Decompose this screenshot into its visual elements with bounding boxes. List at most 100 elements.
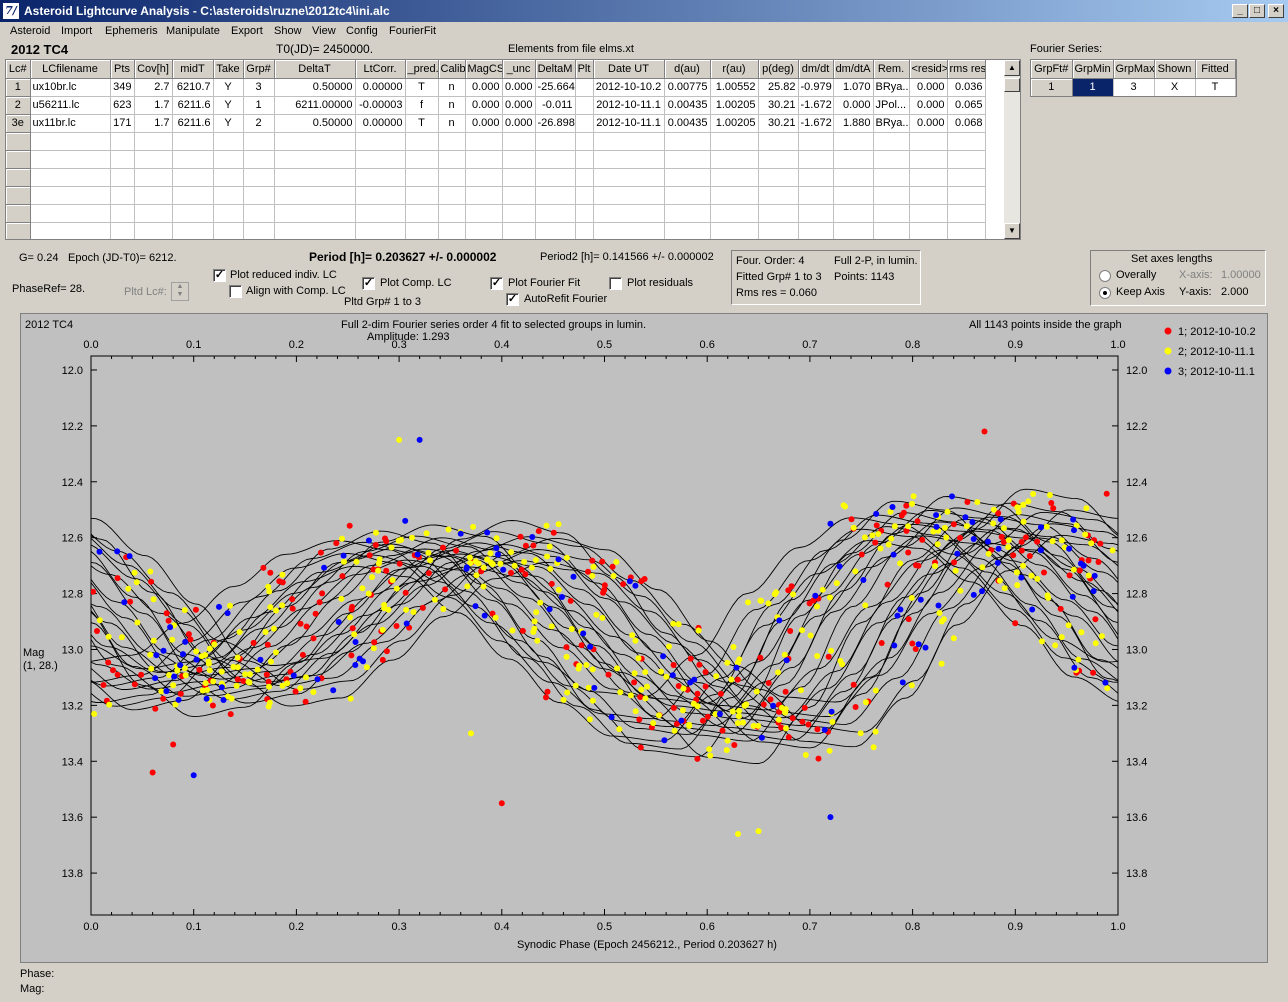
lc-table-cell[interactable] <box>213 204 244 223</box>
lc-table-cell[interactable] <box>172 186 214 205</box>
lc-table-cell[interactable] <box>134 132 173 151</box>
lc-table-cell[interactable] <box>274 168 356 187</box>
lc-table-cell[interactable] <box>593 168 665 187</box>
lc-table-cell[interactable] <box>465 222 503 239</box>
lc-table-cell[interactable]: ux11br.lc <box>30 114 111 133</box>
lc-table-row[interactable]: 2 u56211.lc 623 1.7 6211.6 Y 1 6211.00000 -0.000… <box>6 96 986 115</box>
lc-table-cell[interactable]: 0.068 <box>947 114 986 133</box>
lc-table-cell[interactable]: 0.036 <box>947 78 986 97</box>
lc-table-cell[interactable] <box>6 150 31 169</box>
lc-table-cell[interactable] <box>947 204 986 223</box>
lc-table-cell[interactable] <box>575 114 594 133</box>
lc-table-cell[interactable] <box>6 132 31 151</box>
lc-table-cell[interactable] <box>909 186 948 205</box>
lc-table-cell[interactable] <box>355 168 406 187</box>
fourier-table-cell[interactable]: 1 <box>1072 78 1114 96</box>
lc-table-cell[interactable]: 6211.00000 <box>274 96 356 115</box>
lc-table-cell[interactable] <box>213 132 244 151</box>
lc-table-cell[interactable] <box>947 132 986 151</box>
lc-table-cell[interactable]: n <box>438 114 466 133</box>
lc-table-cell[interactable] <box>710 222 759 239</box>
lc-table-cell[interactable] <box>798 132 834 151</box>
lc-table-cell[interactable] <box>213 186 244 205</box>
lc-table-cell[interactable]: 1.070 <box>833 78 874 97</box>
lc-table-cell[interactable] <box>6 204 31 223</box>
lc-col-header[interactable]: Take <box>213 60 244 79</box>
lc-table-cell[interactable] <box>465 132 503 151</box>
lc-table-cell[interactable] <box>909 132 948 151</box>
close-icon[interactable]: × <box>1268 4 1284 18</box>
menu-import[interactable]: Import <box>61 25 92 37</box>
fourier-series-table[interactable]: GrpFt# GrpMin GrpMax Shown Fitted 1 1 3 X T <box>1030 59 1237 97</box>
lc-table-cell[interactable]: 349 <box>110 78 135 97</box>
lightcurve-plot[interactable]: 0.0 0.0 0.1 0.1 0.2 0.2 0.3 0.3 0.4 0.4 0.5 0.5 0.6 0… <box>20 313 1268 963</box>
lc-table-cell[interactable] <box>355 150 406 169</box>
lc-table-cell[interactable] <box>535 186 576 205</box>
lc-table-cell[interactable] <box>438 150 466 169</box>
lc-table-cell[interactable] <box>664 132 711 151</box>
lc-table-cell[interactable] <box>758 150 799 169</box>
lc-table-cell[interactable]: 623 <box>110 96 135 115</box>
lc-col-header[interactable]: Calib. <box>438 60 466 79</box>
lc-table-cell[interactable]: 3e <box>6 114 31 133</box>
lc-table-cell[interactable] <box>833 186 874 205</box>
autorefit-checkbox[interactable]: ✓ <box>506 293 519 306</box>
lc-table-cell[interactable]: 0.50000 <box>274 114 356 133</box>
lc-table-cell[interactable] <box>664 150 711 169</box>
lc-table-cell[interactable] <box>575 150 594 169</box>
lc-table-cell[interactable]: 2 <box>6 96 31 115</box>
lc-table-cell[interactable] <box>664 186 711 205</box>
lc-table-cell[interactable] <box>502 204 536 223</box>
lc-table-cell[interactable] <box>593 186 665 205</box>
lc-table-cell[interactable] <box>405 150 439 169</box>
lc-table-cell[interactable]: 1.7 <box>134 114 173 133</box>
lc-table-cell[interactable]: f <box>405 96 439 115</box>
lc-table-cell[interactable]: 30.21 <box>758 114 799 133</box>
lc-table-cell[interactable] <box>798 150 834 169</box>
lc-table-cell[interactable]: BRya... <box>873 78 910 97</box>
scroll-thumb[interactable] <box>1004 78 1020 92</box>
lc-table-cell[interactable] <box>172 132 214 151</box>
lc-table-cell[interactable]: 0.00775 <box>664 78 711 97</box>
lc-table-cell[interactable] <box>535 204 576 223</box>
lc-table-cell[interactable] <box>110 132 135 151</box>
lc-table-cell[interactable] <box>502 150 536 169</box>
lc-table-cell[interactable]: 0.065 <box>947 96 986 115</box>
lc-table-cell[interactable]: BRya... <box>873 114 910 133</box>
lc-table-cell[interactable] <box>947 222 986 239</box>
lc-table-cell[interactable] <box>710 132 759 151</box>
lc-table-cell[interactable] <box>833 168 874 187</box>
lc-table-cell[interactable] <box>274 132 356 151</box>
fourier-table-row[interactable]: 113XT <box>1031 78 1236 96</box>
lc-table-cell[interactable]: 0.00000 <box>355 114 406 133</box>
lc-table-cell[interactable]: 6210.7 <box>172 78 214 97</box>
lc-col-header[interactable]: Date UT <box>593 60 665 79</box>
plot-residuals-checkbox[interactable] <box>609 277 622 290</box>
lc-table-cell[interactable] <box>134 204 173 223</box>
lc-table-cell[interactable] <box>710 168 759 187</box>
lc-table-cell[interactable]: 0.000 <box>833 96 874 115</box>
lc-table-cell[interactable] <box>110 150 135 169</box>
lc-table-cell[interactable]: 1.00205 <box>710 114 759 133</box>
lc-table-row[interactable]: 1 ux10br.lc 349 2.7 6210.7 Y 3 0.50000 0.00000 Tn… <box>6 78 986 97</box>
lc-table-cell[interactable]: -0.00003 <box>355 96 406 115</box>
lc-table-cell[interactable] <box>243 150 275 169</box>
lc-table-cell[interactable]: 3 <box>243 78 275 97</box>
lc-table-cell[interactable] <box>909 204 948 223</box>
menu-asteroid[interactable]: Asteroid <box>10 25 50 37</box>
lc-col-header[interactable]: p(deg) <box>758 60 799 79</box>
lc-table-cell[interactable]: 171 <box>110 114 135 133</box>
lc-table-cell[interactable] <box>405 168 439 187</box>
lc-col-header[interactable]: Rem. <box>873 60 910 79</box>
lc-col-header[interactable]: LtCorr. <box>355 60 406 79</box>
lc-table-row[interactable] <box>6 222 986 239</box>
lc-table-cell[interactable] <box>593 150 665 169</box>
lc-table-cell[interactable]: 0.50000 <box>274 78 356 97</box>
lc-col-header[interactable]: rms res <box>947 60 986 79</box>
lc-table-cell[interactable] <box>110 186 135 205</box>
lc-table-cell[interactable]: 0.000 <box>909 78 948 97</box>
lc-table-cell[interactable] <box>172 204 214 223</box>
lc-table-cell[interactable] <box>833 132 874 151</box>
lc-table-cell[interactable] <box>502 186 536 205</box>
lc-table-cell[interactable]: -26.898 <box>535 114 576 133</box>
